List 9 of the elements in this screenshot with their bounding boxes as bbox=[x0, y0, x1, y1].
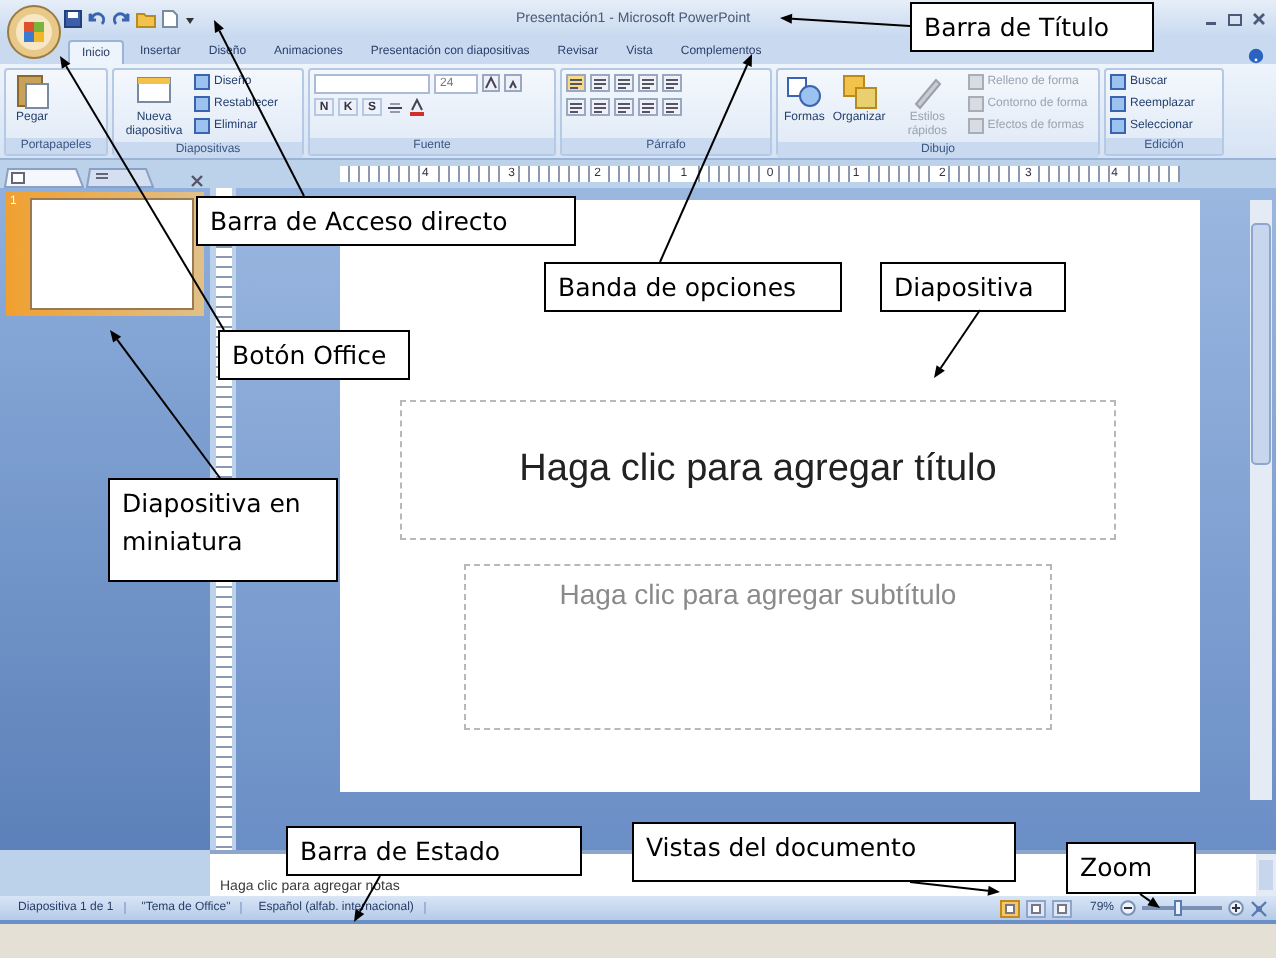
callout-tooltip: Vistas del documento bbox=[632, 822, 1016, 882]
callout-tooltip: Barra de Estado bbox=[286, 826, 582, 877]
callout-tooltip: Zoom bbox=[1066, 842, 1196, 894]
callout-tooltip: Diapositiva en miniatura bbox=[108, 478, 338, 582]
callout-tooltip: Barra de Acceso directo bbox=[196, 196, 576, 247]
callout-tooltip: Barra de Título bbox=[910, 2, 1154, 53]
callout-tooltip: Banda de opciones bbox=[544, 262, 842, 313]
callout-tooltip: Botón Office bbox=[218, 330, 410, 381]
callout-tooltip: Diapositiva bbox=[880, 262, 1066, 313]
